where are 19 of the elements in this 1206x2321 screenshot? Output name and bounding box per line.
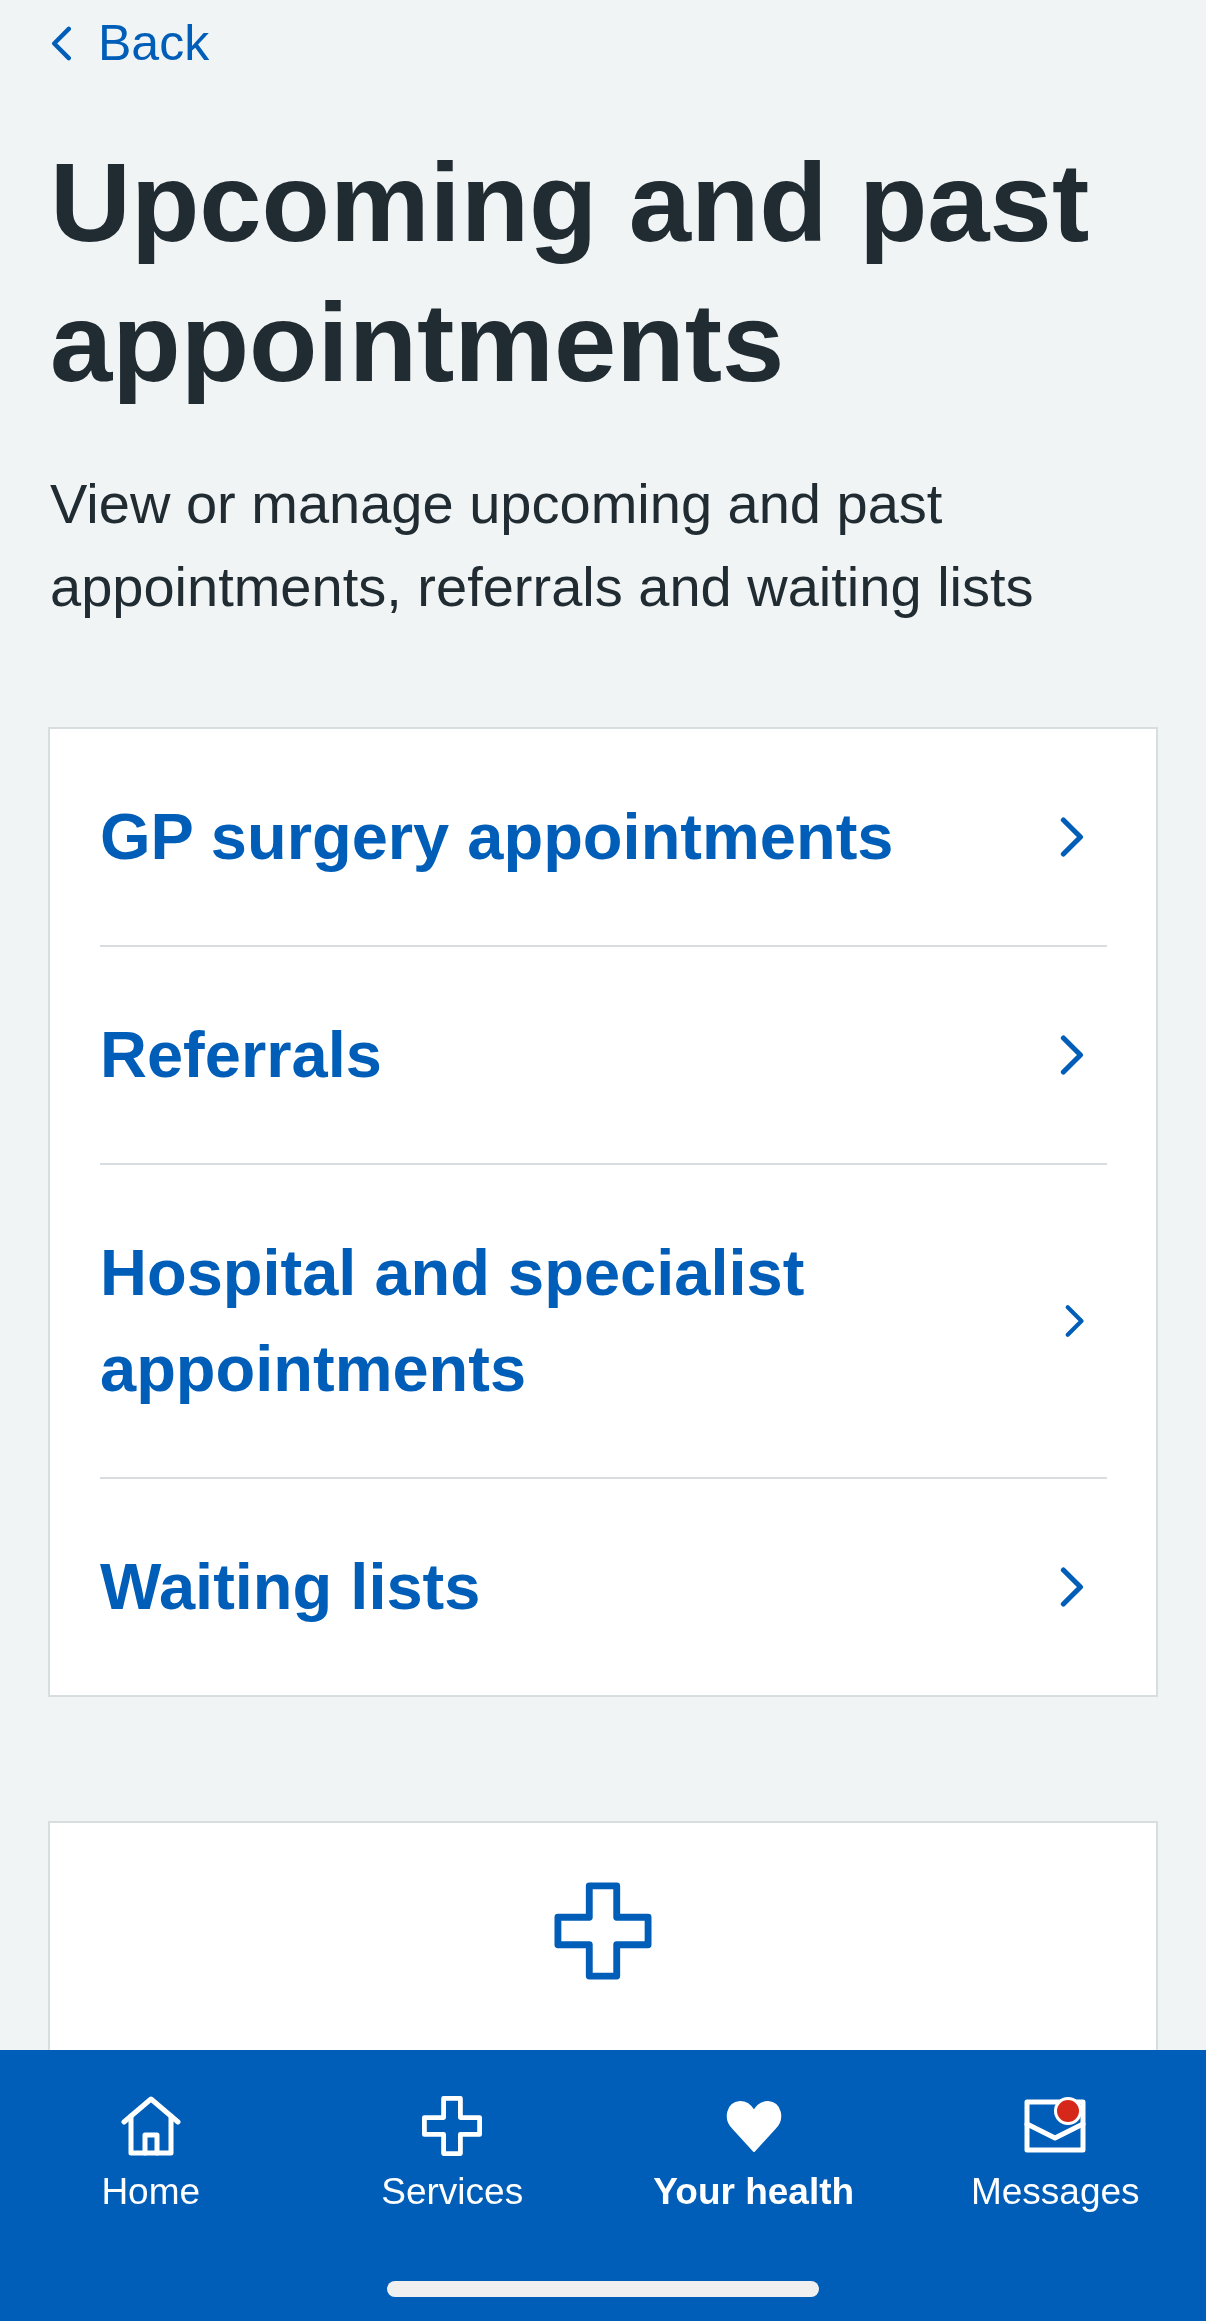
list-link[interactable]: Referrals [100, 945, 1107, 1163]
nav-tab[interactable]: Messages [904, 2095, 1206, 2214]
list-link[interactable]: Hospital and specialist appointments [100, 1163, 1107, 1477]
page-description: View or manage upcoming and past appointments, referrals and waiting lists [50, 471, 1035, 620]
chevron-right-icon [1060, 1566, 1085, 1608]
list-link[interactable]: GP surgery appointments [100, 729, 1107, 945]
chevron-left-icon [50, 25, 72, 61]
page-title: Upcoming and past appointments [50, 139, 1091, 407]
chevron-right-icon [1060, 1034, 1085, 1076]
cross-icon [554, 1882, 652, 1980]
nav-tab[interactable]: Services [301, 2095, 603, 2214]
cross-icon [422, 2096, 483, 2156]
envelope-icon [1024, 2099, 1087, 2153]
back-link[interactable]: Back [48, 13, 210, 73]
list-link[interactable]: Waiting lists [100, 1477, 1107, 1695]
nav-tab[interactable]: Home [0, 2095, 302, 2214]
nav-tab[interactable]: Your health [603, 2095, 905, 2214]
chevron-right-icon [1060, 816, 1085, 858]
home-icon [120, 2095, 181, 2157]
